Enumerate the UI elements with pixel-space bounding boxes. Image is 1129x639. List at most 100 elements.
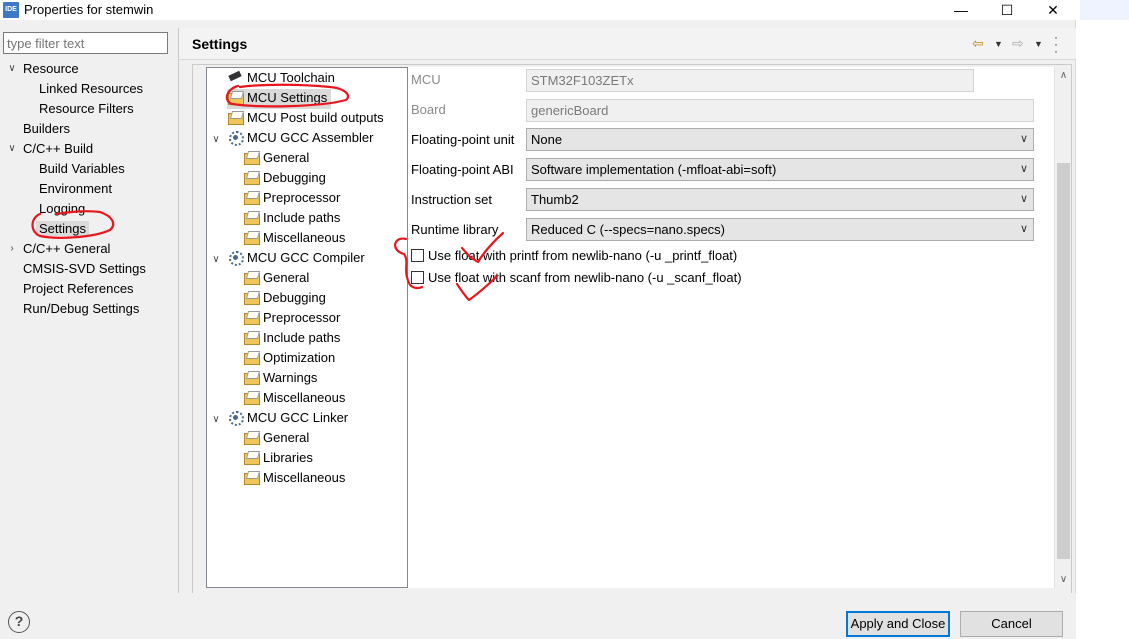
tree-node-ld-libraries[interactable]: Libraries (243, 449, 313, 469)
scanf-float-label[interactable]: Use float with scanf from newlib-nano (-… (428, 270, 742, 285)
tree-item-label: Build Variables (39, 161, 125, 176)
tree-node-asm-preprocessor[interactable]: Preprocessor (243, 189, 340, 209)
filter-input[interactable] (3, 32, 168, 54)
view-menu-icon[interactable]: · · · (1054, 31, 1058, 57)
instruction-set-select[interactable]: Thumb2 ∨ (526, 188, 1034, 211)
tree-item-environment[interactable]: Environment (39, 180, 112, 200)
tree-node-mcu-toolchain[interactable]: MCU Toolchain (227, 69, 335, 89)
settings-folder-icon (243, 270, 260, 285)
tree-node-cc-optimization[interactable]: Optimization (243, 349, 335, 369)
tree-item-settings[interactable]: Settings (36, 220, 89, 240)
panel-divider[interactable] (178, 28, 179, 593)
help-icon[interactable]: ? (8, 611, 30, 633)
tree-node-asm-include-paths[interactable]: Include paths (243, 209, 340, 229)
cancel-button[interactable]: Cancel (960, 611, 1063, 637)
tree-node-mcu-settings[interactable]: MCU Settings (227, 89, 332, 109)
tree-node-gcc-linker[interactable]: ∨ MCU GCC Linker (211, 409, 348, 429)
fpu-label: Floating-point unit (411, 132, 515, 147)
tree-node-cc-warnings[interactable]: Warnings (243, 369, 317, 389)
back-arrow-icon[interactable]: ⇦ (972, 35, 984, 52)
forward-dropdown-icon[interactable]: ▼ (1034, 39, 1043, 49)
tree-node-asm-miscellaneous[interactable]: Miscellaneous (243, 229, 345, 249)
tree-node-gcc-compiler[interactable]: ∨ MCU GCC Compiler (211, 249, 365, 269)
tree-item-resource-filters[interactable]: Resource Filters (39, 100, 134, 120)
scroll-up-icon[interactable]: ∧ (1055, 67, 1072, 84)
tree-item-build-variables[interactable]: Build Variables (39, 160, 125, 180)
tree-node-gcc-assembler[interactable]: ∨ MCU GCC Assembler (211, 129, 373, 149)
tree-item-label: CMSIS-SVD Settings (23, 261, 146, 276)
close-icon[interactable]: ✕ (1030, 0, 1076, 20)
background-highlight (1080, 0, 1129, 20)
fpabi-select[interactable]: Software implementation (-mfloat-abi=sof… (526, 158, 1034, 181)
tree-item-project-references[interactable]: Project References (23, 280, 134, 300)
tool-gear-icon (227, 130, 244, 146)
minimize-icon[interactable]: — (938, 0, 984, 20)
vertical-scrollbar[interactable]: ∧ ∨ (1054, 67, 1071, 588)
node-label: Warnings (263, 370, 318, 385)
tree-node-mcu-post-build[interactable]: MCU Post build outputs (227, 109, 384, 129)
board-field: genericBoard (526, 99, 1034, 122)
node-label: Preprocessor (263, 310, 341, 325)
node-label: MCU GCC Compiler (247, 250, 365, 265)
tree-node-cc-preprocessor[interactable]: Preprocessor (243, 309, 340, 329)
settings-folder-icon (243, 170, 260, 185)
instruction-set-value: Thumb2 (531, 192, 579, 207)
tree-item-label: Run/Debug Settings (23, 301, 140, 316)
board-label: Board (411, 102, 446, 117)
tree-item-builders[interactable]: Builders (23, 120, 70, 140)
back-dropdown-icon[interactable]: ▼ (994, 39, 1003, 49)
scanf-float-checkbox[interactable] (411, 271, 424, 284)
scroll-down-icon[interactable]: ∨ (1055, 571, 1072, 588)
node-label: Preprocessor (263, 190, 341, 205)
tree-node-ld-miscellaneous[interactable]: Miscellaneous (243, 469, 345, 489)
tree-item-resource[interactable]: ∨ Resource (7, 60, 78, 80)
printf-float-checkbox[interactable] (411, 249, 424, 262)
node-label: Include paths (263, 210, 341, 225)
tree-node-asm-debugging[interactable]: Debugging (243, 169, 326, 189)
settings-folder-icon (243, 150, 260, 165)
chevron-down-icon[interactable]: ∨ (211, 411, 221, 429)
tool-settings-tree: MCU Toolchain MCU Settings MCU Post buil… (206, 67, 408, 588)
runtime-library-select[interactable]: Reduced C (--specs=nano.specs) ∨ (526, 218, 1034, 241)
apply-and-close-button[interactable]: Apply and Close (846, 611, 950, 637)
tree-node-cc-miscellaneous[interactable]: Miscellaneous (243, 389, 345, 409)
tree-item-label: Linked Resources (39, 81, 144, 96)
chevron-down-icon[interactable]: ∨ (7, 60, 17, 78)
dialog-button-bar: ? Apply and Close Cancel (0, 593, 1076, 639)
node-label: MCU Toolchain (247, 70, 335, 85)
toolchain-icon (227, 70, 243, 84)
tree-item-logging[interactable]: Logging (39, 200, 85, 220)
settings-folder-icon (243, 190, 260, 205)
chevron-down-icon[interactable]: ∨ (211, 251, 221, 269)
forward-arrow-icon[interactable]: ⇨ (1012, 35, 1024, 52)
tree-item-cpp-general[interactable]: › C/C++ General (7, 240, 110, 260)
node-label: Optimization (263, 350, 336, 365)
tree-item-linked-resources[interactable]: Linked Resources (39, 80, 143, 100)
tree-node-ld-general[interactable]: General (243, 429, 309, 449)
chevron-down-icon[interactable]: ∨ (7, 140, 17, 158)
maximize-icon[interactable]: ☐ (984, 0, 1030, 20)
tree-item-cmsis-svd-settings[interactable]: CMSIS-SVD Settings (23, 260, 146, 280)
tree-node-asm-general[interactable]: General (243, 149, 309, 169)
title-bar: IDE Properties for stemwin — ☐ ✕ (0, 0, 1076, 20)
settings-folder-icon (243, 390, 260, 405)
tree-node-cc-include-paths[interactable]: Include paths (243, 329, 340, 349)
chevron-right-icon[interactable]: › (7, 240, 17, 258)
settings-folder-icon (243, 310, 260, 325)
chevron-down-icon[interactable]: ∨ (211, 131, 221, 149)
printf-float-label[interactable]: Use float with printf from newlib-nano (… (428, 248, 737, 263)
fpu-select[interactable]: None ∨ (526, 128, 1034, 151)
node-label: Miscellaneous (263, 230, 346, 245)
node-label: General (263, 270, 310, 285)
node-label: MCU Settings (247, 90, 328, 105)
settings-folder-icon (227, 90, 244, 105)
tree-item-cpp-build[interactable]: ∨ C/C++ Build (7, 140, 93, 160)
scrollbar-thumb[interactable] (1057, 163, 1070, 559)
tree-node-cc-general[interactable]: General (243, 269, 309, 289)
instruction-set-label: Instruction set (411, 192, 492, 207)
tree-node-cc-debugging[interactable]: Debugging (243, 289, 326, 309)
tree-item-label: Settings (36, 221, 89, 236)
tree-item-run-debug-settings[interactable]: Run/Debug Settings (23, 300, 139, 320)
tree-item-label: C/C++ Build (23, 141, 94, 156)
tree-item-label: Builders (23, 121, 70, 136)
